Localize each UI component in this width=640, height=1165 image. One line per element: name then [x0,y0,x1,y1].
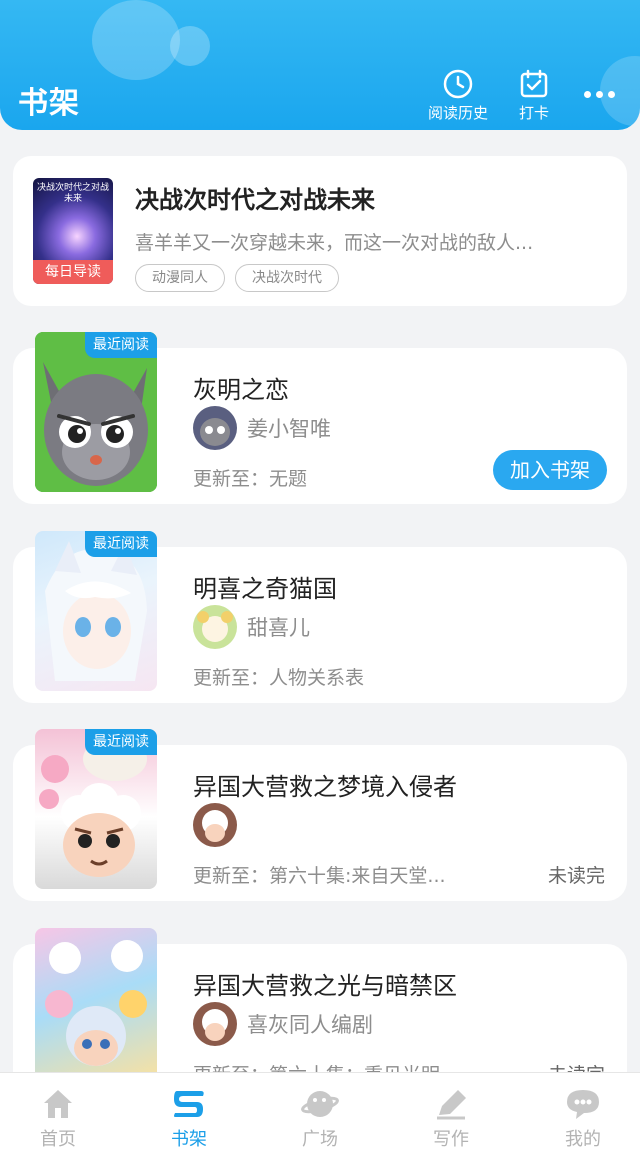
reading-history-button[interactable]: 阅读历史 [428,68,488,123]
clock-icon [443,69,473,99]
decor-bubble [92,0,180,80]
bottom-tab-bar: 首页 书架 广场 写作 我的 [0,1072,640,1165]
featured-description: 喜羊羊又一次穿越未来，而这一次对战的敌人... [135,232,534,254]
book-author: 甜喜儿 [193,605,310,649]
top-header: 书架 阅读历史 打卡 [0,0,640,130]
chat-bubble-icon [567,1090,599,1119]
tab-label: 首页 [40,1129,76,1150]
checkin-label: 打卡 [518,104,549,122]
more-options-icon[interactable] [584,91,615,98]
tab-home[interactable]: 首页 [18,1087,98,1151]
tab-label: 书架 [171,1129,207,1150]
tab-profile[interactable]: 我的 [543,1087,623,1151]
decor-bubble [170,26,210,66]
reading-status: 未读完 [547,865,605,887]
home-icon [44,1090,72,1118]
checkin-button[interactable]: 打卡 [518,68,550,123]
pen-icon [437,1090,466,1120]
avatar [193,1002,237,1046]
tab-write[interactable]: 写作 [411,1087,491,1151]
avatar [193,803,237,847]
page-title: 书架 [18,86,80,121]
book-author: 姜小智唯 [193,406,331,450]
book-title: 异国大营救之梦境入侵者 [193,773,457,801]
tag-chip[interactable]: 动漫同人 [135,264,225,292]
tab-square[interactable]: 广场 [280,1087,360,1151]
calendar-check-icon [520,69,548,98]
avatar [193,406,237,450]
update-info: 更新至：无题 [193,468,308,490]
featured-tags: 动漫同人 决战次时代 [135,264,339,292]
author-name: 喜灰同人编剧 [247,1013,373,1037]
reading-history-label: 阅读历史 [428,104,489,122]
book-cover: 最近阅读 [35,531,157,691]
book-author [193,803,247,847]
avatar [193,605,237,649]
update-info: 更新至：人物关系表 [193,667,365,689]
tag-chip[interactable]: 决战次时代 [235,264,339,292]
group-characters-image [45,940,147,1066]
planet-icon [301,1091,339,1117]
bookshelf-icon [174,1091,204,1117]
tab-label: 写作 [433,1129,469,1150]
book-card[interactable]: 最近阅读 灰明之恋 姜小智唯 更新至：无题 加入书架 [13,332,627,504]
book-title: 异国大营救之光与暗禁区 [193,972,457,1000]
book-card[interactable]: 最近阅读 明喜之奇猫国 甜喜儿 更新至：人物关系表 [13,531,627,703]
book-card[interactable]: 最近阅读 异国大营救之梦境入侵者 更新至：第六十集:来自天堂... 未读完 [13,729,627,901]
book-cover [35,928,157,1088]
book-title: 灰明之恋 [193,376,289,404]
book-author: 喜灰同人编剧 [193,1002,373,1046]
recently-read-badge: 最近阅读 [85,332,157,358]
book-cover: 最近阅读 [35,332,157,492]
author-name: 甜喜儿 [247,616,310,640]
book-cover: 最近阅读 [35,729,157,889]
featured-title: 决战次时代之对战未来 [135,186,375,214]
featured-cover-text: 决战次时代之对战未来 [37,183,110,204]
update-info: 更新至：第六十集:来自天堂... [193,865,446,887]
featured-cover: 决战次时代之对战未来 每日导读 [33,178,113,284]
recently-read-badge: 最近阅读 [85,729,157,755]
tab-bookshelf[interactable]: 书架 [149,1087,229,1151]
book-title: 明喜之奇猫国 [193,575,337,603]
daily-guide-card[interactable]: 决战次时代之对战未来 每日导读 决战次时代之对战未来 喜羊羊又一次穿越未来，而这… [13,156,627,306]
daily-guide-tag: 每日导读 [33,260,113,284]
author-name: 姜小智唯 [247,417,331,441]
recently-read-badge: 最近阅读 [85,531,157,557]
tab-label: 我的 [565,1129,601,1150]
tab-label: 广场 [302,1129,338,1150]
add-to-shelf-button[interactable]: 加入书架 [493,450,607,490]
